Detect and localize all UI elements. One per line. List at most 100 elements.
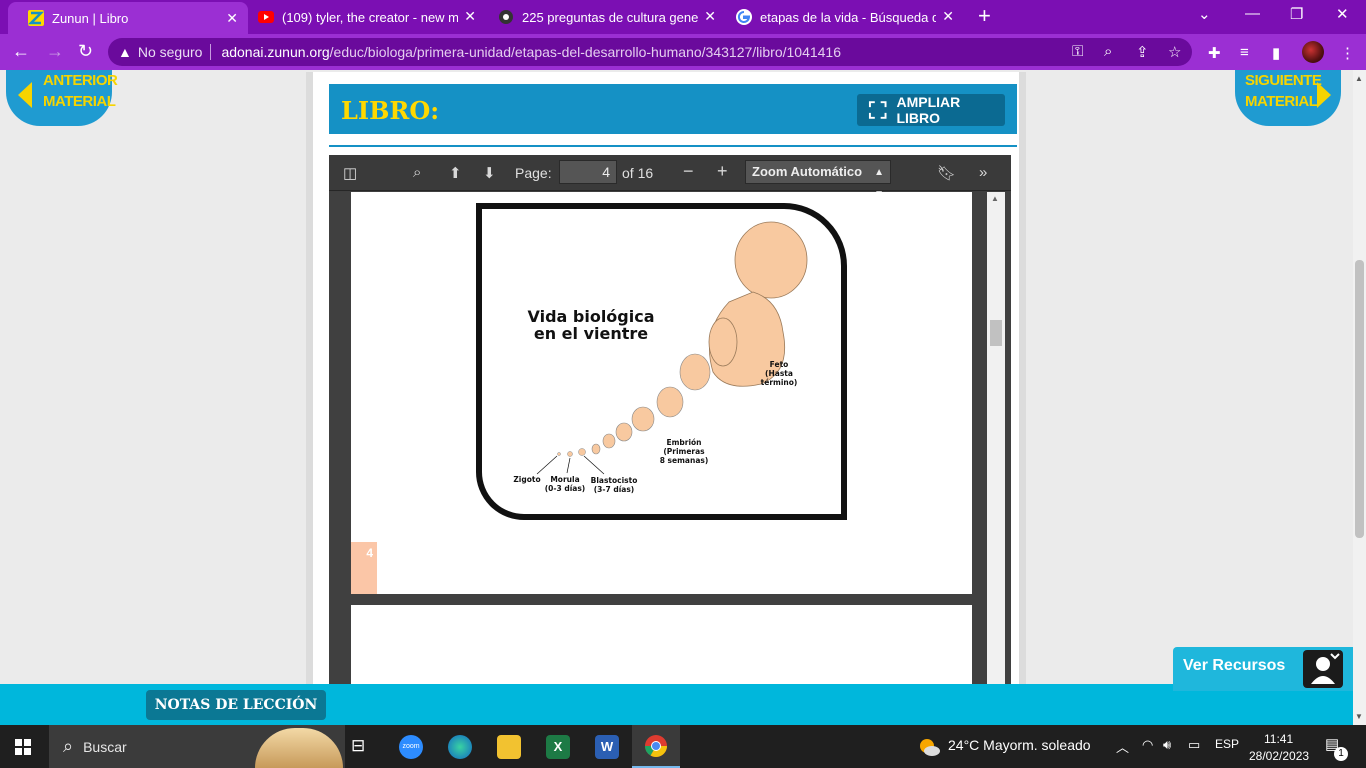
tab-zunun[interactable]: Zunun | Libro ✕ [8, 2, 248, 34]
share-icon[interactable]: ⇪ [1136, 43, 1149, 61]
page-scrollbar[interactable]: ▲ ▼ [1353, 70, 1366, 725]
previous-page-icon[interactable]: ⬆ [449, 164, 462, 182]
extensions-icon[interactable]: ✚ [1208, 44, 1221, 62]
close-tab-icon[interactable]: ✕ [226, 10, 238, 27]
minimize-icon[interactable]: — [1245, 5, 1260, 22]
ampliar-libro-button[interactable]: AMPLIAR LIBRO [857, 94, 1005, 126]
tab-title: (109) tyler, the creator - new mag [282, 9, 458, 25]
scroll-down-icon[interactable]: ▼ [1355, 712, 1363, 721]
close-window-icon[interactable]: ✕ [1336, 5, 1349, 23]
windows-start-icon[interactable] [15, 739, 31, 755]
zunun-favicon-icon [28, 10, 44, 26]
user-resources-icon [1303, 650, 1343, 688]
taskbar: ⌕ Buscar ⊟ zoom X W 24°C Mayorm. soleado… [0, 725, 1366, 768]
key-icon[interactable]: ⚿ [1072, 43, 1083, 60]
security-label[interactable]: No seguro [138, 44, 203, 60]
edge-icon[interactable] [448, 735, 472, 759]
google-favicon-icon [736, 9, 752, 25]
tab-search-icon[interactable]: ⌄ [1198, 5, 1211, 23]
page-scroll-thumb[interactable] [1355, 260, 1364, 538]
clock-time[interactable]: 11:41 [1264, 732, 1293, 746]
more-tools-icon[interactable]: » [979, 164, 987, 181]
next-material-button[interactable]: SIGUIENTE MATERIAL [1235, 70, 1341, 126]
label-blasto-2: (3-7 días) [594, 485, 634, 494]
language-indicator[interactable]: ESP [1215, 737, 1239, 751]
libro-title: LIBRO: [341, 96, 440, 125]
tab-preguntas[interactable]: 225 preguntas de cultura general ✕ [478, 0, 726, 34]
volume-icon[interactable]: 🔊︎ [1163, 737, 1171, 753]
embryo-stage-5 [656, 386, 684, 418]
search-label: Buscar [83, 738, 127, 755]
forward-icon[interactable]: → [46, 42, 64, 60]
file-explorer-icon[interactable] [497, 735, 521, 759]
zoom-select[interactable]: Zoom Automático▲▼ [745, 160, 891, 200]
zoom-app-icon[interactable]: zoom [399, 735, 423, 759]
weather-text[interactable]: 24°C Mayorm. soleado [948, 737, 1091, 753]
tab-google[interactable]: etapas de la vida - Búsqueda de G ✕ [716, 0, 964, 34]
side-panel-icon[interactable]: ▮ [1272, 44, 1280, 62]
sidebar-toggle-icon[interactable]: ◫ [343, 164, 357, 182]
zoom-out-icon[interactable]: − [683, 161, 694, 182]
weather-sun-icon[interactable] [917, 736, 941, 758]
page-number-tab: 4 [351, 542, 377, 594]
scroll-up-arrow-icon[interactable]: ▲ [991, 194, 999, 203]
pdf-page-4: Vida biológica en el vientre Zigoto Moru… [351, 192, 972, 594]
ver-recursos-button[interactable]: Ver Recursos [1173, 647, 1353, 691]
close-tab-icon[interactable]: ✕ [704, 8, 716, 25]
embryo-stage-3 [615, 422, 633, 442]
notification-badge: 1 [1334, 747, 1348, 761]
close-tab-icon[interactable]: ✕ [464, 8, 476, 25]
word-icon[interactable]: W [595, 735, 619, 759]
search-icon: ⌕ [63, 736, 74, 756]
search-icon[interactable]: ⌕ [413, 164, 421, 181]
zoom-icon[interactable]: ⌕ [1104, 43, 1112, 60]
zoom-in-icon[interactable]: + [717, 161, 728, 182]
previous-material-button[interactable]: ANTERIOR MATERIAL [6, 70, 118, 126]
fetus-figure [708, 221, 808, 387]
tab-title: etapas de la vida - Búsqueda de G [760, 9, 936, 25]
url-host: adonai.zunun.org [221, 44, 330, 60]
prev-label-line2: MATERIAL [43, 93, 116, 110]
taskbar-search[interactable]: ⌕ Buscar [49, 725, 345, 768]
clock-date[interactable]: 28/02/2023 [1249, 749, 1309, 763]
pdf-scroll-thumb[interactable] [990, 320, 1002, 346]
address-bar[interactable]: ▲ No seguro adonai.zunun.org/educ/biolog… [108, 38, 1192, 66]
task-view-icon[interactable]: ⊟ [351, 736, 365, 756]
maximize-icon[interactable]: ❐ [1290, 5, 1303, 23]
youtube-favicon-icon [258, 11, 274, 23]
excel-icon[interactable]: X [546, 735, 570, 759]
figure-title-line2: en el vientre [534, 324, 648, 343]
next-page-icon[interactable]: ⬇ [483, 164, 496, 182]
media-icon[interactable]: ≡ [1240, 44, 1249, 61]
embryo-stage-1 [591, 443, 601, 455]
page-number-input[interactable]: 4 [559, 160, 617, 184]
profile-avatar[interactable] [1302, 41, 1324, 63]
zigote-cell [557, 452, 561, 456]
tab-youtube[interactable]: (109) tyler, the creator - new mag ✕ [238, 0, 486, 34]
url-path: /educ/biologa/primera-unidad/etapas-del-… [329, 44, 841, 60]
pdf-scrollbar[interactable]: ▲ [987, 192, 1005, 725]
scroll-up-icon[interactable]: ▲ [1355, 74, 1363, 83]
menu-icon[interactable]: ⋮ [1340, 44, 1355, 62]
tab-strip: Zunun | Libro ✕ (109) tyler, the creator… [0, 0, 1366, 34]
new-tab-button[interactable]: + [978, 5, 991, 27]
pdf-pages[interactable]: Vida biológica en el vientre Zigoto Moru… [329, 192, 1011, 725]
chrome-taskbar-button[interactable] [632, 725, 680, 768]
notas-de-leccion-button[interactable]: NOTAS DE LECCIÓN [146, 690, 326, 720]
label-morula-1: Morula [550, 475, 579, 484]
tab-title: 225 preguntas de cultura general [522, 9, 698, 25]
chevron-right-icon [1317, 82, 1331, 108]
reload-icon[interactable]: ↻ [78, 42, 93, 60]
wifi-icon[interactable]: ◠ [1142, 737, 1153, 753]
bookmark-star-icon[interactable]: ☆ [1168, 43, 1181, 61]
book-panel: LIBRO: AMPLIAR LIBRO ◫ ⌕ ⬆ ⬇ Page: 4 of … [306, 72, 1026, 725]
libro-header: LIBRO: AMPLIAR LIBRO [329, 84, 1017, 134]
close-tab-icon[interactable]: ✕ [942, 8, 954, 25]
back-icon[interactable]: ← [12, 42, 30, 60]
site-favicon-icon [499, 10, 513, 24]
pdf-toolbar: ◫ ⌕ ⬆ ⬇ Page: 4 of 16 − + Zoom Automátic… [329, 155, 1011, 200]
recursos-label: Ver Recursos [1183, 657, 1286, 674]
battery-icon[interactable]: ▭ [1188, 737, 1200, 753]
bookmark-icon[interactable]: 🔖︎ [937, 164, 956, 182]
show-hidden-icons-icon[interactable]: ︿ [1116, 737, 1129, 756]
